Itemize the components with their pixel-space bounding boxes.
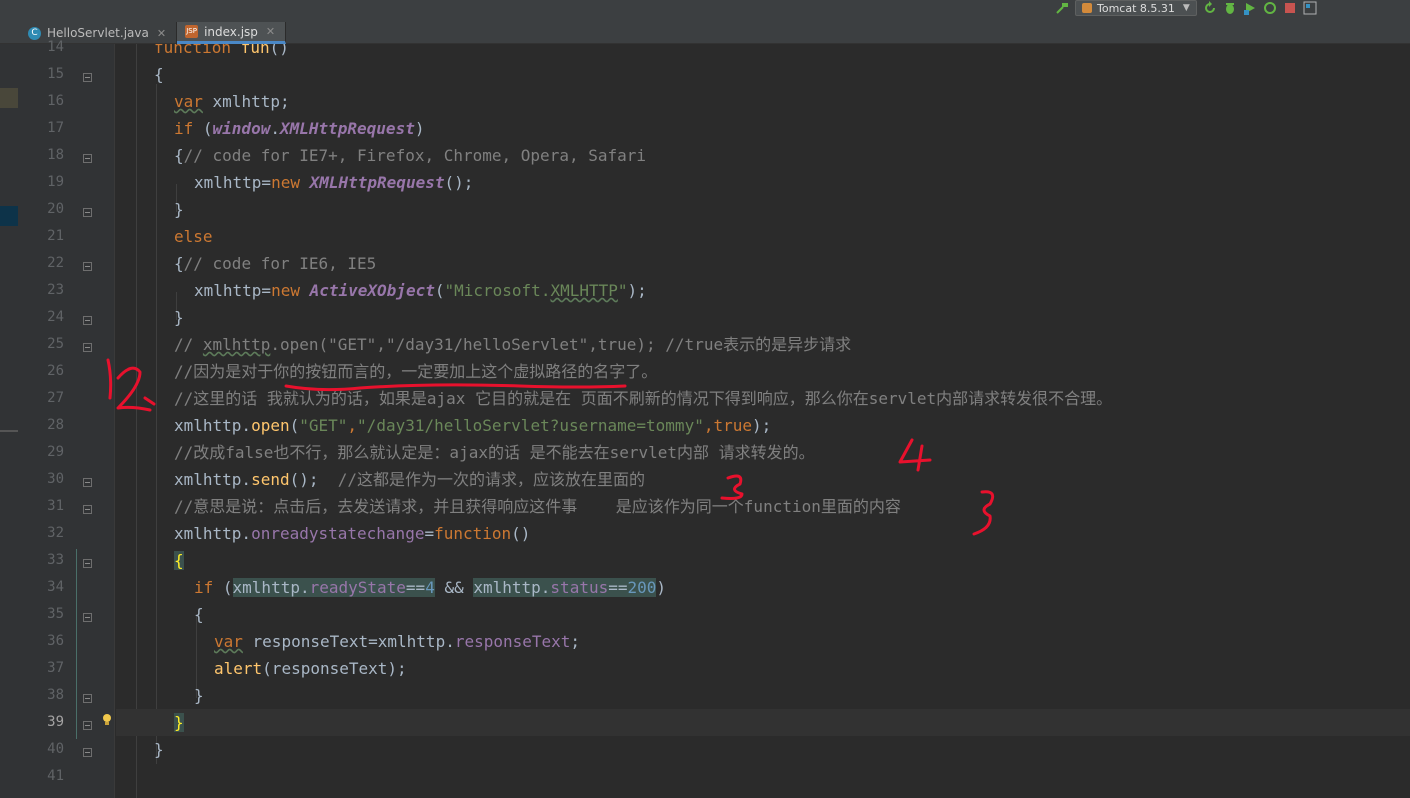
line-number: 33 [47,552,64,568]
line-number: 32 [47,525,64,541]
code-line-23: xmlhttp=new ActiveXObject("Microsoft.XML… [194,281,647,300]
code-line-28: xmlhttp.open("GET","/day31/helloServlet?… [174,416,772,435]
profile-icon[interactable] [1263,1,1277,15]
project-structure-icon[interactable] [1303,1,1317,15]
line-number: 37 [47,660,64,676]
code-line-38: } [194,686,204,705]
line-number: 19 [47,174,64,190]
line-number: 41 [47,768,64,784]
fold-marker-icon[interactable] [83,316,92,325]
code-line-20: } [174,200,184,219]
close-tab-icon[interactable]: ✕ [266,25,275,38]
line-number: 38 [47,687,64,703]
code-line-35: { [194,605,204,624]
code-line-18: {// code for IE7+, Firefox, Chrome, Oper… [174,146,647,165]
line-number: 34 [47,579,64,595]
code-line-24: } [174,308,184,327]
line-number: 15 [47,66,64,82]
fold-marker-icon[interactable] [83,73,92,82]
line-number-current: 39 [47,714,64,730]
change-indicator [76,549,77,739]
build-hammer-icon[interactable] [1055,1,1069,15]
code-line-36: var responseText=xmlhttp.responseText; [214,632,581,651]
close-tab-icon[interactable]: ✕ [157,27,166,40]
editor-top-bar: C HelloServlet.java ✕ JSP index.jsp ✕ To… [0,0,1410,44]
code-line-37: alert(responseText); [214,659,407,678]
fold-marker-icon[interactable] [83,748,92,757]
line-number: 20 [47,201,64,217]
line-number: 23 [47,282,64,298]
line-number: 40 [47,741,64,757]
code-line-27: //这里的话 我就认为的话，如果是ajax 它目的就是在 页面不刷新的情况下得到… [174,389,1113,408]
code-line-22: {// code for IE6, IE5 [174,254,377,273]
lightbulb-icon[interactable] [102,713,112,726]
code-line-26: //因为是对于你的按钮而言的，一定要加上这个虚拟路径的名字了。 [174,362,658,381]
line-number: 18 [47,147,64,163]
change-marker [0,88,18,108]
line-number: 21 [47,228,64,244]
tomcat-icon [1082,3,1092,13]
code-line-39-current: } [116,709,1410,736]
tab-index-jsp[interactable]: JSP index.jsp ✕ [177,22,287,44]
run-with-coverage-icon[interactable] [1243,1,1257,15]
fold-marker-icon[interactable] [83,262,92,271]
fold-marker-icon[interactable] [83,559,92,568]
tool-window-strip [0,44,20,798]
code-line-32: xmlhttp.onreadystatechange=function() [174,524,531,543]
code-line-21: else [174,227,213,246]
rerun-icon[interactable] [1203,1,1217,15]
line-number: 31 [47,498,64,514]
run-toolbar: Tomcat 8.5.31 ▼ [1055,0,1317,16]
line-number: 35 [47,606,64,622]
code-line-40: } [154,740,164,759]
line-number: 17 [47,120,64,136]
code-line-33: { [174,551,184,570]
chevron-down-icon: ▼ [1182,3,1190,13]
code-line-15: { [154,65,164,84]
line-number: 14 [47,39,64,55]
fold-marker-icon[interactable] [83,613,92,622]
code-line-29: //改成false也不行，那么就认定是：ajax的话 是不能去在servlet内… [174,443,815,462]
fold-marker-icon[interactable] [83,721,92,730]
line-number: 30 [47,471,64,487]
line-number: 26 [47,363,64,379]
debug-bug-icon[interactable] [1223,1,1237,15]
fold-marker-icon[interactable] [83,343,92,352]
line-number: 16 [47,93,64,109]
code-line-19: xmlhttp=new XMLHttpRequest(); [194,173,474,192]
fold-marker-icon[interactable] [83,154,92,163]
code-line-30: xmlhttp.send(); //这都是作为一次的请求，应该放在里面的 [174,470,646,489]
code-line-31: //意思是说：点击后，去发送请求，并且获得响应这件事 是应该作为同一个funct… [174,497,901,516]
run-configuration-select[interactable]: Tomcat 8.5.31 ▼ [1075,0,1197,16]
indent-guide [156,84,157,764]
line-number: 27 [47,390,64,406]
line-number: 25 [47,336,64,352]
code-editor[interactable]: function fun() { var xmlhttp; if (window… [116,44,1410,798]
code-line-34: if (xmlhttp.readyState==4 && xmlhttp.sta… [194,578,667,597]
run-config-label: Tomcat 8.5.31 [1097,1,1175,15]
code-line-14: function fun() [154,44,289,57]
stop-icon[interactable] [1283,1,1297,15]
selection-marker [0,206,18,226]
line-number-gutter: 14 15 16 17 18 19 20 21 22 23 24 25 26 2… [20,39,115,798]
fold-marker-icon[interactable] [83,478,92,487]
divider [0,430,18,432]
line-number: 29 [47,444,64,460]
line-number: 36 [47,633,64,649]
fold-marker-icon[interactable] [83,505,92,514]
fold-marker-icon[interactable] [83,694,92,703]
jsp-file-icon: JSP [185,25,199,38]
code-line-25: // xmlhttp.open("GET","/day31/helloServl… [174,335,852,354]
code-line-16: var xmlhttp; [174,92,290,111]
indent-guide [136,44,137,798]
line-number: 28 [47,417,64,433]
line-number: 24 [47,309,64,325]
line-number: 22 [47,255,64,271]
code-line-17: if (window.XMLHttpRequest) [174,119,425,138]
tab-label: index.jsp [204,24,258,39]
fold-marker-icon[interactable] [83,208,92,217]
